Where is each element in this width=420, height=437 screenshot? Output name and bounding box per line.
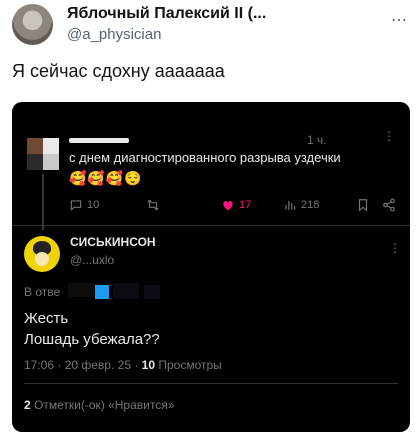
main-tweet-text: Жесть Лошадь убежала??: [24, 308, 160, 350]
reply-to-label: В отве: [24, 285, 61, 299]
reply-action: 10: [69, 198, 99, 212]
embedded-screenshot[interactable]: 1 ч. ⋮ с днем диагностированного разрыва…: [12, 102, 410, 432]
censor-block: [68, 283, 98, 297]
share-icon: [383, 198, 395, 212]
censor-block: [144, 285, 160, 299]
retweet-icon: [147, 199, 159, 211]
views-label: Просмотры: [155, 358, 222, 372]
divider: [12, 225, 410, 226]
main-text-line: Лошадь убежала??: [24, 331, 160, 348]
reply-actions-bar: 10 17 218: [69, 198, 399, 216]
heart-filled-icon: [223, 201, 233, 211]
tweet-text: Я сейчас сдохну ааааааа: [12, 61, 225, 81]
main-author-name: СИСЬКИНСОН: [70, 235, 156, 249]
author-name[interactable]: Яблочный Палексий II (...: [67, 5, 266, 23]
like-count: 17: [239, 199, 252, 211]
censored-name: [69, 138, 129, 143]
like-action: 17: [221, 198, 251, 212]
bookmark-action: [356, 198, 370, 212]
more-options-icon[interactable]: ⋯: [391, 10, 408, 30]
censor-block: [113, 283, 139, 299]
divider: [24, 383, 398, 384]
retweet-action: [146, 198, 160, 212]
cropped-header-fragment: [32, 102, 132, 106]
censor-block-blue: [95, 285, 109, 299]
pixelated-avatar: [27, 138, 59, 170]
reply-time: 1 ч.: [307, 133, 327, 147]
share-action: [382, 198, 396, 212]
reply-more-icon: ⋮: [383, 129, 395, 143]
comment-icon: [70, 200, 82, 211]
main-avatar: [24, 236, 60, 272]
reply-count: 10: [87, 199, 100, 211]
thread-line: [42, 174, 44, 230]
author-avatar[interactable]: [12, 4, 53, 45]
likes-label: Отметки(-ок) «Нравится»: [30, 398, 175, 412]
timestamp: 17:06 · 20 февр. 25 ·: [24, 358, 142, 372]
main-more-icon: ⋮: [389, 241, 401, 255]
views-count: 218: [301, 199, 320, 211]
tweet-meta: 17:06 · 20 февр. 25 · 10 Просмотры: [24, 358, 222, 372]
views-number: 10: [141, 358, 156, 372]
analytics-icon: [285, 200, 296, 210]
likes-summary: 2 Отметки(-ок) «Нравится»: [24, 398, 174, 412]
views-action: 218: [283, 198, 319, 212]
main-text-line: Жесть: [24, 310, 69, 327]
author-handle[interactable]: @a_physician: [67, 26, 161, 43]
bookmark-icon: [358, 199, 368, 212]
likes-number: 2: [24, 398, 31, 412]
reply-text: с днем диагностированного разрыва уздечк…: [69, 150, 341, 165]
reply-emojis: 🥰🥰🥰😌: [69, 170, 143, 186]
main-author-handle: @...uxlo: [70, 253, 115, 267]
